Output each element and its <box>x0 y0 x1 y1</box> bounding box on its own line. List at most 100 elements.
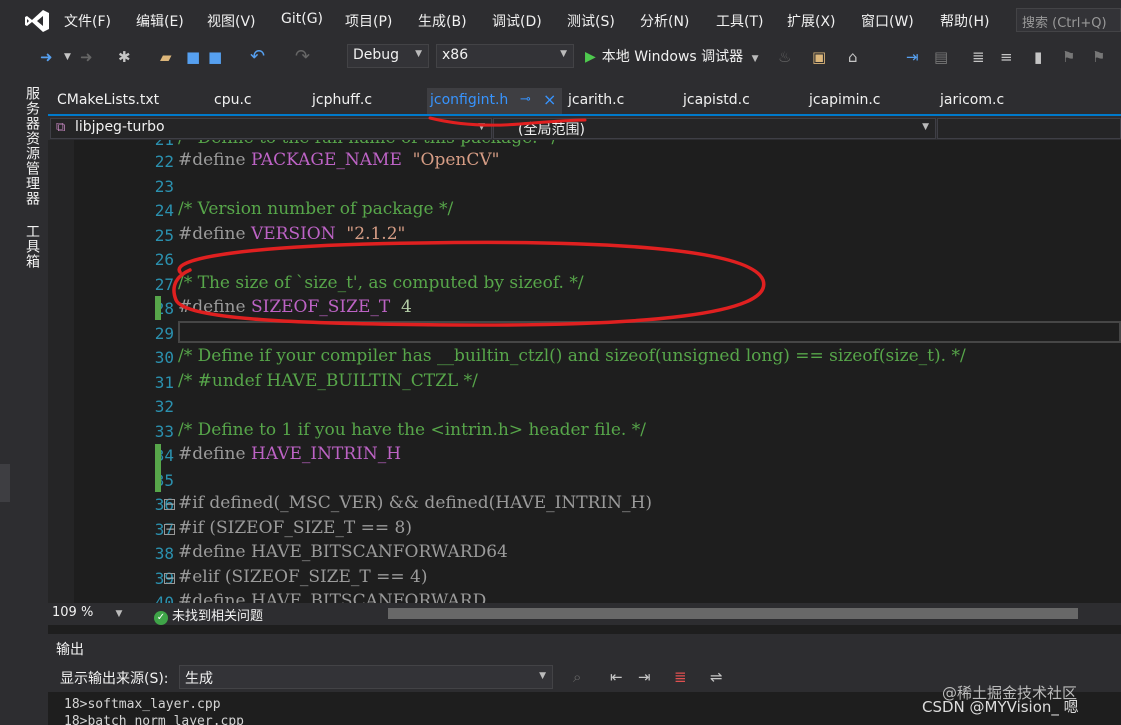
prev-bookmark-icon[interactable]: ⚑ <box>1062 48 1075 66</box>
scope-value: (全局范围) <box>518 122 585 138</box>
menu-project[interactable]: 项目(P) <box>345 11 392 31</box>
navigation-bar: ⧉ libjpeg-turbo ▼ (全局范围) ▼ <box>48 116 1121 140</box>
start-debugging-button[interactable]: ▶ 本地 Windows 调试器 ▼ <box>585 46 759 66</box>
search-box[interactable]: 搜索 (Ctrl+Q) <box>1016 8 1121 32</box>
chevron-down-icon: ▼ <box>478 122 485 132</box>
visual-studio-logo-icon[interactable] <box>24 8 50 34</box>
check-icon: ✓ <box>154 611 168 625</box>
collapse-icon[interactable]: − <box>164 572 175 584</box>
code-line: #if defined(_MSC_VER) && defined(HAVE_IN… <box>178 493 652 513</box>
code-line: /* The size of `size_t', as computed by … <box>178 273 584 293</box>
tab-jaricom-c[interactable]: jaricom.c <box>940 92 1004 108</box>
menu-help[interactable]: 帮助(H) <box>940 11 989 31</box>
server-explorer-tab[interactable]: 服务器资源管理器 <box>22 86 42 206</box>
code-line: #define HAVE_INTRIN_H <box>178 444 402 464</box>
configuration-select[interactable]: Debug ▼ <box>347 44 429 68</box>
scope-select[interactable]: (全局范围) ▼ <box>493 118 936 139</box>
next-bookmark-icon[interactable]: ⚑ <box>1092 48 1105 66</box>
line-number: 34 <box>154 446 174 465</box>
back-icon[interactable]: ➜ <box>40 48 53 66</box>
member-select[interactable] <box>937 118 1121 139</box>
undo-icon[interactable]: ↶ <box>250 48 265 66</box>
menu-tools[interactable]: 工具(T) <box>716 11 763 31</box>
horizontal-scrollbar[interactable] <box>388 608 1078 619</box>
save-icon[interactable]: ■ <box>186 48 200 66</box>
line-number: 29 <box>154 324 174 343</box>
tab-jcapimin-c[interactable]: jcapimin.c <box>809 92 881 108</box>
toolbox-tab[interactable]: 工具箱 <box>22 224 42 269</box>
line-number: 31 <box>154 373 174 392</box>
menu-extensions[interactable]: 扩展(X) <box>787 11 836 31</box>
zoom-select[interactable]: 109 % ▼ <box>52 605 122 620</box>
code-line: #if (SIZEOF_SIZE_T == 8) <box>178 518 412 538</box>
open-folder-icon[interactable]: ▰ <box>160 48 172 66</box>
output-line: 18>batch_norm_layer.cpp <box>64 714 245 725</box>
menu-view[interactable]: 视图(V) <box>207 11 256 31</box>
menu-analyze[interactable]: 分析(N) <box>640 11 689 31</box>
close-icon[interactable]: × <box>543 90 556 109</box>
menu-git[interactable]: Git(G) <box>281 11 323 27</box>
collapse-icon[interactable]: − <box>164 498 175 510</box>
code-line: #define HAVE_BITSCANFORWARD64 <box>178 542 508 562</box>
code-editor[interactable]: 21 22 23 24 25 26 27 28 29 30 31 32 33 3… <box>48 140 1121 603</box>
step-icon[interactable]: ⇥ <box>906 48 919 66</box>
tab-jconfigint-h[interactable]: jconfigint.h ⊸ × <box>427 88 562 116</box>
chevron-down-icon[interactable]: ▼ <box>64 48 71 66</box>
code-line: #define SIZEOF_SIZE_T 4 <box>178 297 412 317</box>
code-line: #elif (SIZEOF_SIZE_T == 4) <box>178 567 428 587</box>
watermark-csdn: CSDN @MYVision_ 嗯 <box>922 698 1079 716</box>
folder-view-icon[interactable]: ▣ <box>812 48 826 66</box>
menu-edit[interactable]: 编辑(E) <box>136 11 184 31</box>
comment-lines-icon[interactable]: ≣ <box>972 48 985 66</box>
tab-cmakelists[interactable]: CMakeLists.txt <box>57 92 159 108</box>
line-number: 38 <box>154 544 174 563</box>
editor-status-strip: 109 % ▼ ✓ 未找到相关问题 <box>48 603 1121 625</box>
project-name: libjpeg-turbo <box>75 119 165 135</box>
next-message-icon[interactable]: ⇥ <box>638 668 651 686</box>
change-marker <box>155 296 161 320</box>
menu-build[interactable]: 生成(B) <box>418 11 467 31</box>
line-number: 24 <box>154 201 174 220</box>
menu-file[interactable]: 文件(F) <box>64 11 111 31</box>
tab-jcarith-c[interactable]: jcarith.c <box>568 92 624 108</box>
word-wrap-icon[interactable]: ⇌ <box>710 668 723 686</box>
tab-jcapistd-c[interactable]: jcapistd.c <box>683 92 750 108</box>
output-line: 18>softmax_layer.cpp <box>64 697 221 712</box>
line-number: 27 <box>154 275 174 294</box>
browser-icon[interactable]: ⌂ <box>848 48 858 66</box>
menu-test[interactable]: 测试(S) <box>567 11 615 31</box>
new-project-icon[interactable]: ✱ <box>118 48 131 66</box>
output-source-select[interactable]: 生成 ▼ <box>179 665 553 689</box>
previous-message-icon[interactable]: ⇤ <box>610 668 623 686</box>
platform-select[interactable]: x86 ▼ <box>436 44 574 68</box>
tab-jcphuff-c[interactable]: jcphuff.c <box>312 92 372 108</box>
toolbar: ➜ ▼ ➜ ✱ ▰ ■ ■ ↶ ↷ Debug ▼ x86 ▼ ▶ 本地 Wind… <box>0 40 1121 74</box>
collapse-icon[interactable]: − <box>164 523 175 535</box>
menu-debug[interactable]: 调试(D) <box>492 11 542 31</box>
window-layout-icon[interactable]: ▤ <box>934 48 948 66</box>
menu-window[interactable]: 窗口(W) <box>861 11 914 31</box>
save-all-icon[interactable]: ■ <box>208 48 222 66</box>
chevron-down-icon: ▼ <box>415 49 422 59</box>
clear-all-icon[interactable]: ≣ <box>674 668 687 686</box>
play-icon: ▶ <box>585 49 596 65</box>
issues-text: 未找到相关问题 <box>172 609 264 624</box>
forward-icon[interactable]: ➜ <box>80 48 93 66</box>
project-select[interactable]: ⧉ libjpeg-turbo ▼ <box>50 118 492 139</box>
find-message-icon[interactable]: ⌕ <box>573 668 581 686</box>
configuration-value: Debug <box>353 47 400 63</box>
tab-cpu-c[interactable]: cpu.c <box>214 92 252 108</box>
hot-reload-icon[interactable]: ♨ <box>778 48 791 66</box>
pin-icon[interactable]: ⊸ <box>520 92 531 107</box>
line-number: 32 <box>154 397 174 416</box>
issues-indicator[interactable]: ✓ 未找到相关问题 <box>154 605 263 625</box>
project-icon: ⧉ <box>56 120 66 135</box>
bookmark-icon[interactable]: ▮ <box>1034 48 1042 66</box>
code-line: #define VERSION "2.1.2" <box>178 224 406 244</box>
output-title: 输出 <box>56 642 84 658</box>
line-number: 21 <box>96 140 174 149</box>
editor-margin <box>48 140 74 603</box>
platform-value: x86 <box>442 47 469 63</box>
uncomment-lines-icon[interactable]: ≡ <box>1000 48 1013 66</box>
redo-icon[interactable]: ↷ <box>295 48 310 66</box>
